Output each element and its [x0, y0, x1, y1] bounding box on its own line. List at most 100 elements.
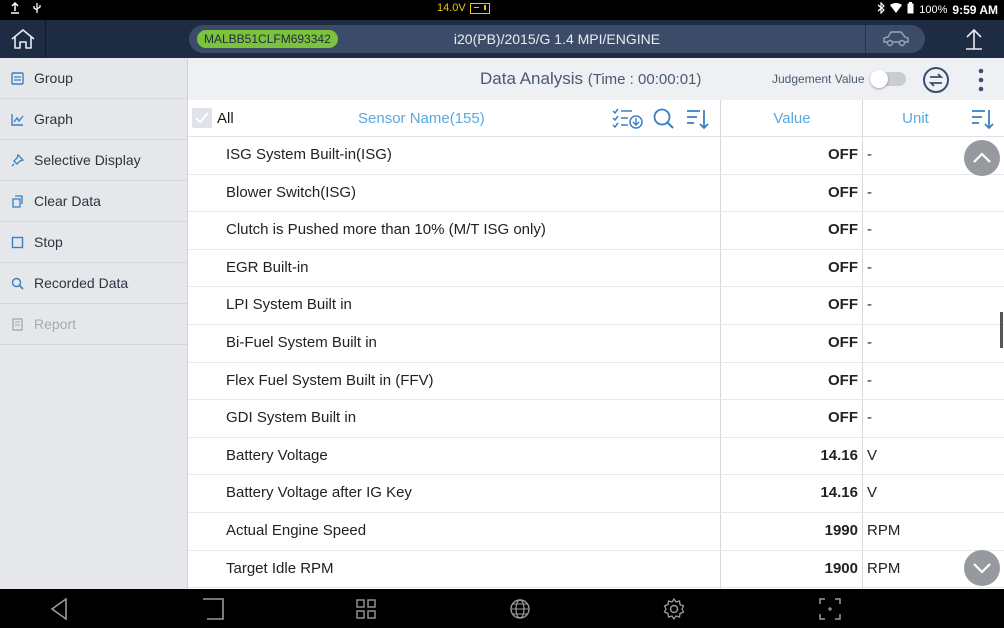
sensor-name: Target Idle RPM — [226, 559, 334, 577]
home-button[interactable] — [0, 20, 46, 58]
sensor-name-header[interactable]: Sensor Name(155) — [358, 110, 485, 127]
nav-settings-button[interactable] — [661, 596, 687, 622]
toggle-knob — [870, 70, 888, 88]
sidebar-item-group[interactable]: Group — [0, 58, 187, 99]
judgement-label: Judgement Value — [772, 72, 865, 86]
table-row[interactable]: LPI System Built in OFF - — [188, 287, 1004, 325]
sidebar-item-label: Report — [34, 316, 77, 332]
chevron-down-icon — [973, 563, 991, 574]
table-row[interactable]: GDI System Built in OFF - — [188, 400, 1004, 438]
clock: 9:59 AM — [952, 2, 998, 17]
sensor-name: Bi-Fuel System Built in — [226, 333, 377, 351]
title-bar: Data Analysis (Time : 00:00:01) Judgemen… — [188, 58, 1004, 100]
list-download-button[interactable] — [612, 108, 643, 130]
sensor-unit: RPM — [867, 521, 901, 539]
sensor-unit: - — [867, 221, 872, 239]
scroll-up-button[interactable] — [964, 140, 1000, 176]
sidebar-item-recorded-data[interactable]: Recorded Data — [0, 263, 187, 304]
nav-screenshot-button[interactable] — [817, 596, 843, 622]
sort-icon — [972, 110, 994, 130]
sensor-name: EGR Built-in — [226, 258, 309, 276]
globe-icon — [510, 599, 530, 619]
sidebar-item-graph[interactable]: Graph — [0, 99, 187, 140]
square-icon — [203, 598, 224, 620]
recorded-icon — [10, 276, 24, 290]
table-row[interactable]: Blower Switch(ISG) OFF - — [188, 175, 1004, 213]
sensor-value: 1990 — [824, 521, 858, 539]
arrow-up-icon — [966, 28, 982, 50]
sort-sensor-button[interactable] — [686, 108, 710, 130]
back-triangle-icon — [50, 597, 67, 621]
sensor-value: OFF — [828, 409, 858, 427]
sort-icon — [687, 110, 709, 130]
table-row[interactable]: Flex Fuel System Built in (FFV) OFF - — [188, 363, 1004, 401]
table-row[interactable]: Target Idle RPM 1900 RPM — [188, 551, 1004, 589]
table-row[interactable]: Battery Voltage after IG Key 14.16 V — [188, 475, 1004, 513]
sync-icon — [923, 67, 949, 93]
graph-icon — [10, 112, 24, 126]
app-bar: i20(PB)/2015/G 1.4 MPI/ENGINE MALBB51CLF… — [0, 20, 1004, 58]
table-row[interactable]: Battery Voltage 14.16 V — [188, 438, 1004, 476]
group-icon — [10, 71, 24, 85]
sensor-unit: - — [867, 371, 872, 389]
sidebar-item-label: Graph — [34, 111, 73, 127]
more-vertical-icon — [978, 68, 984, 92]
nav-browser-button[interactable] — [507, 596, 533, 622]
home-icon — [10, 29, 35, 49]
sensor-unit: RPM — [867, 559, 901, 577]
sensor-unit: - — [867, 146, 872, 163]
judgement-toggle[interactable] — [870, 70, 906, 88]
sensor-unit: - — [867, 296, 872, 314]
more-options-button[interactable] — [972, 66, 990, 94]
sensor-unit: - — [867, 258, 872, 276]
sensor-value: 1900 — [824, 559, 858, 577]
sidebar-item-selective-display[interactable]: Selective Display — [0, 140, 187, 181]
scrollbar[interactable] — [1000, 312, 1003, 348]
table-row[interactable]: EGR Built-in OFF - — [188, 250, 1004, 288]
sensor-value: OFF — [828, 258, 858, 276]
sidebar-item-label: Selective Display — [34, 152, 141, 168]
sidebar-item-stop[interactable]: Stop — [0, 222, 187, 263]
capture-icon — [819, 598, 841, 620]
check-icon — [195, 112, 209, 124]
scroll-down-button[interactable] — [964, 550, 1000, 586]
sensor-unit: - — [867, 183, 872, 201]
wifi-icon — [890, 3, 903, 16]
sensor-name: Flex Fuel System Built in (FFV) — [226, 371, 434, 389]
page-title: Data Analysis (Time : 00:00:01) — [480, 69, 701, 89]
grid-icon — [356, 599, 376, 619]
sensor-value: OFF — [828, 183, 858, 201]
nav-back-button[interactable] — [46, 596, 72, 622]
sensor-unit: V — [867, 446, 878, 464]
sensor-name: Clutch is Pushed more than 10% (M/T ISG … — [226, 221, 546, 239]
vin-badge: MALBB51CLFM693342 — [197, 30, 338, 48]
status-bar: 14.0V 100% 9:59 AM — [0, 0, 1004, 20]
search-button[interactable] — [652, 108, 676, 130]
stop-icon — [10, 235, 24, 249]
sensor-name: Battery Voltage — [226, 446, 328, 464]
voltage-readout: 14.0V — [437, 2, 466, 14]
sort-unit-button[interactable] — [971, 108, 995, 130]
select-all-checkbox[interactable] — [192, 108, 212, 128]
sensor-value: OFF — [828, 296, 858, 314]
sensor-value: OFF — [828, 371, 858, 389]
sync-button[interactable] — [922, 66, 950, 94]
table-row[interactable]: ISG System Built-in(ISG) OFF - — [188, 137, 1004, 175]
sidebar: Group Graph Selective Display Clear Data… — [0, 58, 188, 589]
nav-apps-button[interactable] — [353, 596, 379, 622]
nav-home-button[interactable] — [200, 596, 226, 622]
search-icon — [653, 108, 674, 129]
sidebar-item-clear-data[interactable]: Clear Data — [0, 181, 187, 222]
table-row[interactable]: Bi-Fuel System Built in OFF - — [188, 325, 1004, 363]
sensor-name: GDI System Built in — [226, 409, 357, 427]
back-up-button[interactable] — [944, 20, 1004, 58]
battery-percent: 100% — [919, 3, 948, 16]
sidebar-item-report[interactable]: Report — [0, 304, 187, 345]
car-icon — [882, 31, 909, 47]
table-row[interactable]: Clutch is Pushed more than 10% (M/T ISG … — [188, 212, 1004, 250]
sensor-unit: - — [867, 409, 872, 427]
sidebar-item-label: Stop — [34, 234, 63, 250]
vehicle-select-button[interactable] — [865, 25, 925, 53]
sidebar-item-label: Recorded Data — [34, 275, 129, 291]
table-row[interactable]: Actual Engine Speed 1990 RPM — [188, 513, 1004, 551]
